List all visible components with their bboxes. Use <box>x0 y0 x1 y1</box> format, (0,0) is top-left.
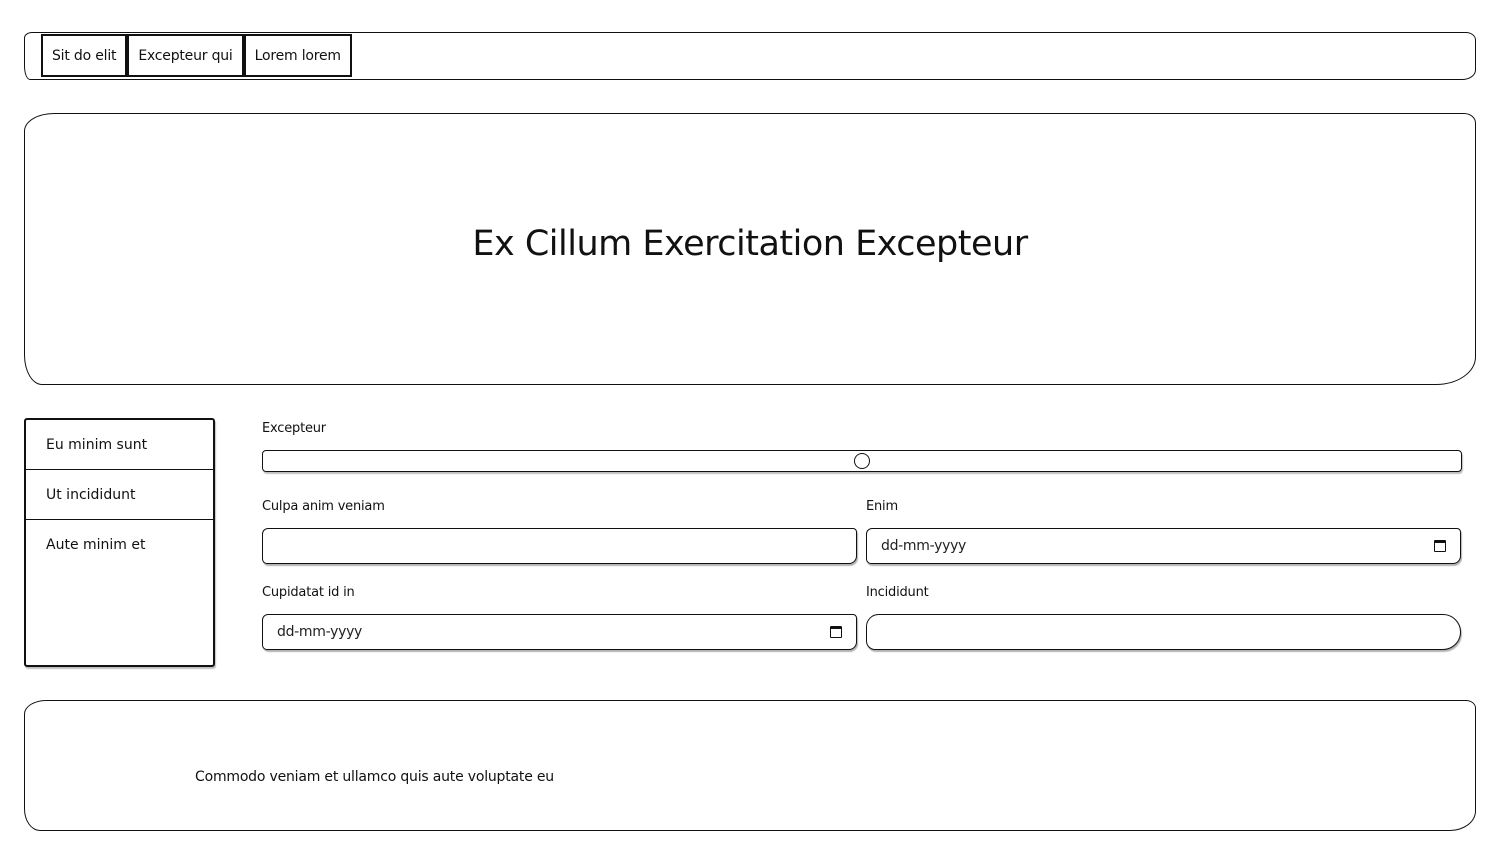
enim-date-input[interactable]: dd-mm-yyyy <box>866 528 1461 564</box>
nav-tabs: Sit do elit Excepteur qui Lorem lorem <box>41 34 352 77</box>
calendar-icon[interactable] <box>830 626 842 638</box>
page-title: Ex Cillum Exercitation Excepteur <box>472 224 1028 264</box>
footer-text: Commodo veniam et ullamco quis aute volu… <box>195 769 554 785</box>
incididunt-input[interactable] <box>866 614 1461 650</box>
sidebar-item-eu-minim-sunt[interactable]: Eu minim sunt <box>26 420 213 470</box>
excepteur-label: Excepteur <box>262 421 326 436</box>
sidebar-item-label: Ut incididunt <box>46 486 136 503</box>
culpa-anim-veniam-input[interactable] <box>262 528 857 564</box>
hero-banner: Ex Cillum Exercitation Excepteur <box>24 113 1476 385</box>
cupidatat-id-in-label: Cupidatat id in <box>262 585 355 600</box>
sidebar-item-ut-incididunt[interactable]: Ut incididunt <box>26 470 213 520</box>
cupidatat-date-input[interactable]: dd-mm-yyyy <box>262 614 857 650</box>
top-nav-bar: Sit do elit Excepteur qui Lorem lorem <box>24 32 1476 80</box>
tab-excepteur-qui[interactable]: Excepteur qui <box>127 34 244 77</box>
incididunt-label: Incididunt <box>866 585 929 600</box>
tab-sit-do-elit[interactable]: Sit do elit <box>41 34 128 77</box>
excepteur-slider[interactable] <box>262 450 1462 472</box>
slider-thumb[interactable] <box>854 453 870 469</box>
tab-lorem-lorem[interactable]: Lorem lorem <box>243 34 352 77</box>
footer: Commodo veniam et ullamco quis aute volu… <box>24 700 1476 831</box>
enim-date-placeholder: dd-mm-yyyy <box>881 538 967 554</box>
enim-label: Enim <box>866 499 898 514</box>
cupidatat-date-placeholder: dd-mm-yyyy <box>277 624 363 640</box>
sidebar-item-label: Eu minim sunt <box>46 436 148 453</box>
culpa-anim-veniam-label: Culpa anim veniam <box>262 499 385 514</box>
sidebar: Eu minim sunt Ut incididunt Aute minim e… <box>24 418 215 667</box>
calendar-icon[interactable] <box>1434 540 1446 552</box>
sidebar-item-label: Aute minim et <box>46 537 146 553</box>
sidebar-item-aute-minim-et[interactable]: Aute minim et <box>26 520 213 570</box>
